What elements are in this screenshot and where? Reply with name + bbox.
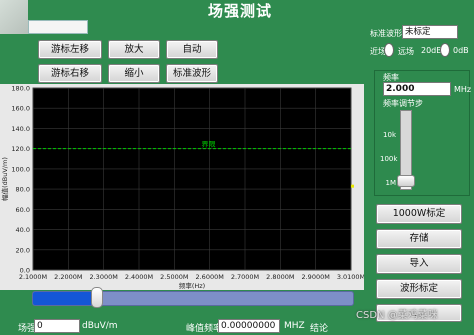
step-tick-10k: 10k: [383, 131, 396, 139]
top-left-field: [28, 20, 88, 34]
y-tick-label: 60.0: [16, 206, 30, 214]
import-button[interactable]: 导入: [376, 254, 462, 274]
peak-frequency-label: 峰值频率: [186, 324, 223, 334]
cursor-marker: [351, 184, 354, 188]
step-slider-thumb[interactable]: [397, 175, 415, 187]
x-tick-label: 2.3000M: [89, 273, 117, 281]
limit-line-label: 界限: [202, 140, 216, 149]
peak-frequency-unit: MHZ: [284, 321, 305, 331]
y-tick-label: 140.0: [11, 125, 30, 133]
frequency-step-label: 频率调节步: [383, 99, 423, 108]
far-field-label: 远场: [398, 47, 414, 56]
attenuation-20db-label: 20dB: [421, 46, 442, 55]
x-tick-label: 2.1000M: [19, 273, 47, 281]
cursor-left-button[interactable]: 游标左移: [38, 40, 102, 59]
step-tick-1m: 1M: [385, 179, 397, 187]
attenuation-0db-label: 0dB: [453, 46, 469, 55]
blurred-logo: [0, 0, 28, 34]
chart-panel: 180.0 160.0 140.0 120.0 100.0 80.0 60.0 40.0 20.…: [0, 84, 364, 290]
field-strength-unit: dBuV/m: [82, 321, 118, 331]
y-axis-label: 幅值(dBuV/m): [0, 157, 9, 201]
y-tick-label: 80.0: [16, 186, 30, 194]
auto-button[interactable]: 自动: [166, 40, 218, 59]
cursor-right-button[interactable]: 游标右移: [38, 64, 102, 83]
save-button[interactable]: 存储: [376, 229, 462, 249]
y-tick-label: 160.0: [11, 105, 30, 113]
attenuation-toggle[interactable]: [440, 43, 450, 57]
near-far-toggle[interactable]: [384, 43, 394, 57]
chart-svg: 180.0 160.0 140.0 120.0 100.0 80.0 60.0 40.0 20.…: [0, 85, 364, 291]
conclusion-label: 结论: [310, 324, 329, 334]
y-tick-label: 100.0: [11, 165, 30, 173]
frequency-input[interactable]: 2.000: [383, 82, 451, 96]
watermark: CSDN @菜鸡菜咪: [356, 310, 438, 321]
step-tick-100k: 100k: [380, 155, 398, 163]
x-axis-label: 频率(Hz): [179, 281, 205, 290]
std-waveform-status: 未标定: [402, 25, 458, 39]
x-tick-label: 2.2000M: [54, 273, 82, 281]
y-tick-label: 40.0: [16, 226, 30, 234]
y-tick-label: 180.0: [11, 85, 30, 93]
y-tick-label: 20.0: [16, 246, 30, 254]
zoom-in-button[interactable]: 放大: [108, 40, 160, 59]
waveform-calibrate-button[interactable]: 波形标定: [376, 279, 462, 299]
frequency-unit: MHz: [454, 85, 472, 94]
x-tick-label: 2.5000M: [160, 273, 188, 281]
plot-area: [32, 87, 352, 271]
field-strength-value: 0: [34, 319, 80, 333]
x-tick-label: 3.0100M: [337, 273, 364, 281]
x-tick-label: 2.7000M: [231, 273, 259, 281]
peak-frequency-value: 0.00000000: [218, 319, 280, 333]
x-tick-label: 2.6000M: [195, 273, 223, 281]
zoom-out-button[interactable]: 缩小: [108, 64, 160, 83]
page-title: 场强测试: [207, 2, 272, 20]
y-tick-label: 120.0: [11, 145, 30, 153]
x-tick-label: 2.4000M: [125, 273, 153, 281]
x-tick-label: 2.9000M: [301, 273, 329, 281]
calibrate-1000w-button[interactable]: 1000W标定: [376, 204, 462, 224]
range-slider-fill: [33, 292, 97, 305]
std-waveform-label: 标准波形: [370, 29, 402, 38]
x-tick-label: 2.8000M: [266, 273, 294, 281]
std-waveform-button[interactable]: 标准波形: [166, 64, 218, 83]
range-slider-thumb[interactable]: [91, 287, 103, 308]
